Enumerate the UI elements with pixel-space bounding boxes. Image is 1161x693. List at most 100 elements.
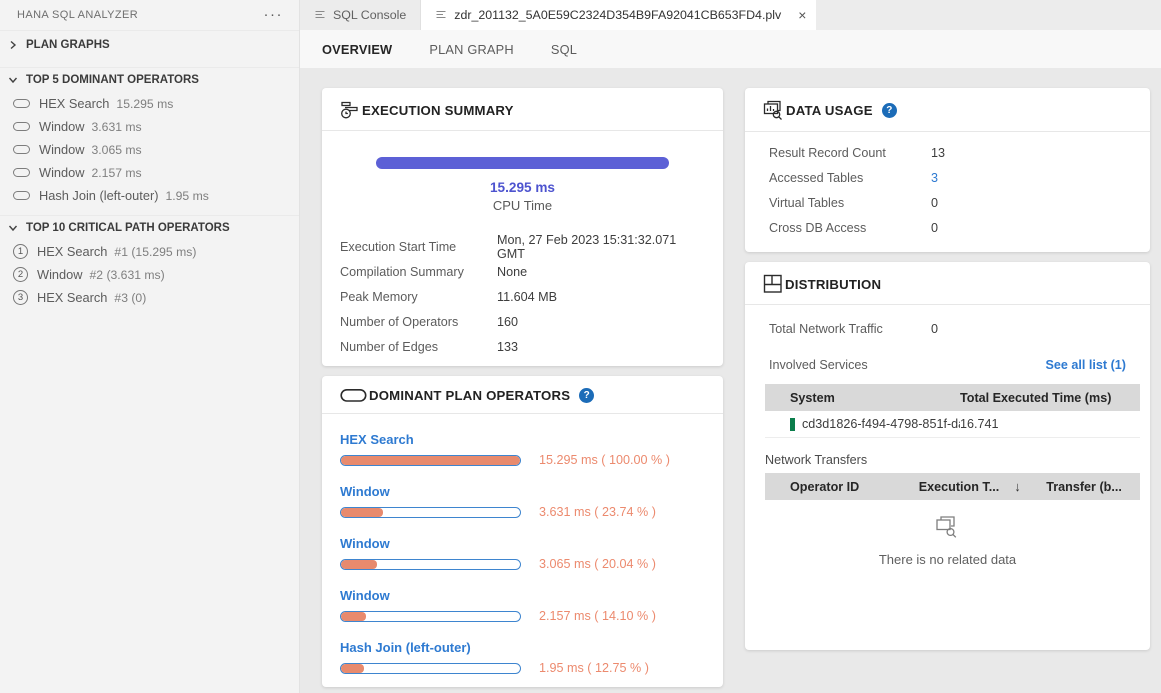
section-plan-graphs: PLAN GRAPHS (0, 31, 299, 67)
column-execution-time[interactable]: Execution T... (919, 480, 999, 494)
sidebar-item-operator[interactable]: Window 3.631 ms (0, 115, 299, 138)
sidebar-item-critical-operator[interactable]: 2 Window #2 (3.631 ms) (0, 263, 299, 286)
row-label: Result Record Count (769, 146, 931, 160)
sidebar-item-operator[interactable]: Window 3.065 ms (0, 138, 299, 161)
operator-value: 1.95 ms ( 12.75 % ) (539, 661, 649, 675)
row-value: None (497, 265, 527, 279)
service-row[interactable]: cd3d1826-f494-4798-851f-da2( 16.741 (765, 411, 1140, 438)
sidebar-title: HANA SQL ANALYZER (17, 9, 138, 21)
row-value: 133 (497, 340, 518, 354)
operator-oval-icon (13, 168, 30, 177)
cpu-time-value: 15.295 ms (322, 180, 723, 195)
sidebar-header: HANA SQL ANALYZER ··· (0, 0, 299, 31)
top10-header[interactable]: TOP 10 CRITICAL PATH OPERATORS (0, 216, 299, 240)
number-circle-icon: 3 (13, 290, 28, 305)
dominant-operator-item: Window 3.065 ms ( 20.04 % ) (340, 536, 705, 571)
operator-link[interactable]: Window (340, 588, 705, 603)
tab-overview[interactable]: OVERVIEW (322, 42, 392, 57)
column-total-executed-time[interactable]: Total Executed Time (ms) (960, 391, 1140, 405)
chevron-down-icon (5, 220, 21, 236)
data-usage-rows: Result Record Count 13 Accessed Tables 3… (745, 140, 1150, 240)
accessed-tables-link[interactable]: 3 (931, 171, 938, 185)
row-value: Mon, 27 Feb 2023 15:31:32.071 GMT (497, 233, 705, 261)
operator-bar-fill (341, 508, 383, 517)
sidebar-item-operator[interactable]: HEX Search 15.295 ms (0, 92, 299, 115)
service-system-id: cd3d1826-f494-4798-851f-da2( (802, 417, 960, 431)
operator-link[interactable]: Hash Join (left-outer) (340, 640, 705, 655)
row-value: 0 (931, 196, 938, 210)
operator-link[interactable]: HEX Search (340, 432, 705, 447)
dominant-operator-item: Hash Join (left-outer) 1.95 ms ( 12.75 %… (340, 640, 705, 675)
tab-plv-file[interactable]: zdr_201132_5A0E59C2324D354B9FA92041CB653… (421, 0, 816, 30)
file-lines-icon (435, 9, 447, 21)
involved-services-table: System Total Executed Time (ms) cd3d1826… (765, 384, 1140, 438)
editor-tabstrip: SQL Console zdr_201132_5A0E59C2324D354B9… (300, 0, 1161, 30)
distribution-icon (763, 274, 783, 294)
more-actions-icon[interactable]: ··· (264, 10, 284, 20)
services-table-header: System Total Executed Time (ms) (765, 384, 1140, 411)
column-system[interactable]: System (765, 391, 960, 405)
help-icon[interactable]: ? (579, 388, 594, 403)
plan-graphs-label: PLAN GRAPHS (26, 39, 110, 51)
data-usage-card: DATA USAGE ? Result Record Count 13 Acce… (745, 88, 1150, 252)
operator-name: Hash Join (left-outer) (39, 188, 158, 203)
operator-link[interactable]: Window (340, 484, 705, 499)
operator-oval-icon (13, 122, 30, 131)
distribution-card: DISTRIBUTION Total Network Traffic 0 Inv… (745, 262, 1150, 650)
top5-header[interactable]: TOP 5 DOMINANT OPERATORS (0, 68, 299, 92)
see-all-list-link[interactable]: See all list (1) (1046, 358, 1127, 372)
row-label: Peak Memory (340, 290, 497, 304)
number-circle-icon: 1 (13, 244, 28, 259)
operator-name: Window (37, 267, 83, 282)
detail-row: Accessed Tables 3 (769, 165, 1126, 190)
sidebar-item-critical-operator[interactable]: 3 HEX Search #3 (0) (0, 286, 299, 309)
operator-name: Window (39, 119, 85, 134)
operator-name: Window (39, 165, 85, 180)
operator-bar (340, 559, 521, 570)
detail-row: Number of Operators 160 (340, 309, 705, 334)
sidebar-item-critical-operator[interactable]: 1 HEX Search #1 (15.295 ms) (0, 240, 299, 263)
column-transfer-bytes[interactable]: Transfer (b... (1046, 480, 1140, 494)
tab-sql[interactable]: SQL (551, 42, 577, 57)
tab-sql-console[interactable]: SQL Console (300, 0, 421, 30)
help-icon[interactable]: ? (882, 103, 897, 118)
operator-bar-fill (341, 612, 366, 621)
chevron-down-icon (5, 72, 21, 88)
row-label: Execution Start Time (340, 240, 497, 254)
column-operator-id[interactable]: Operator ID (765, 480, 919, 494)
detail-row: Number of Edges 133 (340, 334, 705, 359)
chevron-right-icon (5, 37, 21, 53)
tab-plan-graph[interactable]: PLAN GRAPH (429, 42, 514, 57)
row-label: Total Network Traffic (769, 322, 931, 336)
sidebar-item-operator[interactable]: Hash Join (left-outer) 1.95 ms (0, 184, 299, 207)
operator-time: 2.157 ms (92, 166, 142, 180)
operator-link[interactable]: Window (340, 536, 705, 551)
row-value: 11.604 MB (497, 290, 557, 304)
row-value: 13 (931, 146, 945, 160)
operator-bar-row: 15.295 ms ( 100.00 % ) (340, 453, 705, 467)
involved-services-row: Involved Services See all list (1) (745, 352, 1150, 377)
card-title: DISTRIBUTION (785, 277, 881, 292)
operator-oval-icon (13, 99, 30, 108)
plan-graphs-header[interactable]: PLAN GRAPHS (0, 31, 299, 59)
operator-rank-time: #3 (0) (114, 291, 146, 305)
dominant-operator-list: HEX Search 15.295 ms ( 100.00 % ) Window… (322, 414, 723, 675)
row-label: Virtual Tables (769, 196, 931, 210)
top10-header-label: TOP 10 CRITICAL PATH OPERATORS (26, 222, 230, 234)
row-label: Accessed Tables (769, 171, 931, 185)
right-column: DATA USAGE ? Result Record Count 13 Acce… (745, 88, 1150, 693)
operator-oval-icon (13, 191, 30, 200)
operator-bar-fill (341, 664, 364, 673)
sort-descending-icon[interactable]: ↓ (1014, 479, 1021, 494)
operator-bar-row: 3.631 ms ( 23.74 % ) (340, 505, 705, 519)
total-network-traffic-row: Total Network Traffic 0 (745, 316, 1150, 341)
operator-value: 3.065 ms ( 20.04 % ) (539, 557, 656, 571)
sidebar-item-operator[interactable]: Window 2.157 ms (0, 161, 299, 184)
operator-bar (340, 663, 521, 674)
number-circle-icon: 2 (13, 267, 28, 282)
cpu-time-label: CPU Time (322, 198, 723, 213)
close-icon[interactable]: × (798, 9, 806, 21)
row-value: 0 (931, 221, 938, 235)
row-value: 160 (497, 315, 518, 329)
service-executed-time: 16.741 (960, 417, 1140, 431)
